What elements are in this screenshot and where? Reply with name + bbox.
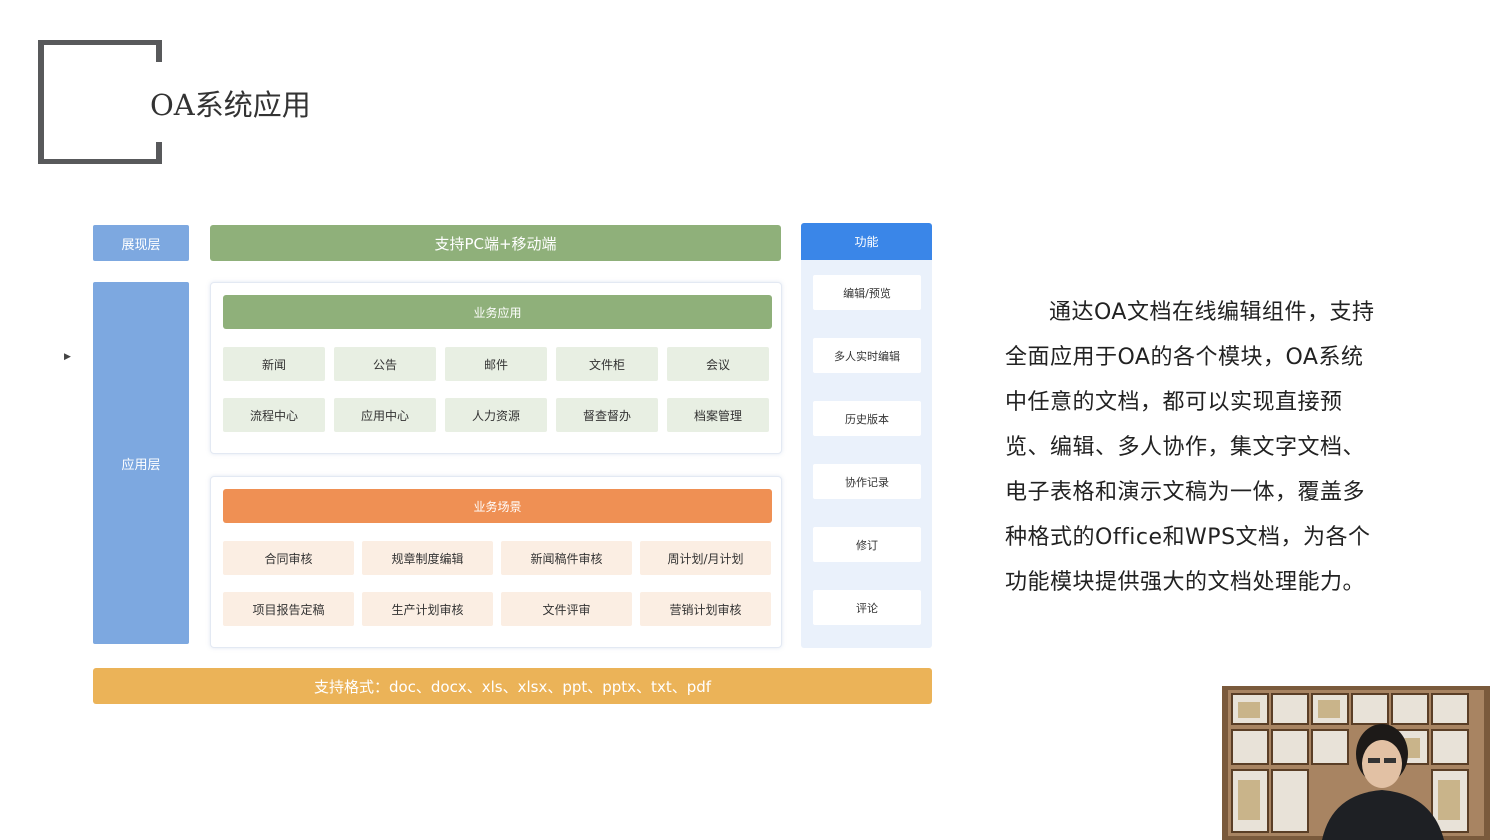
business-scene-item: 周计划/月计划	[640, 541, 771, 575]
business-apps-header: 业务应用	[223, 295, 772, 329]
business-scenes-grid: 合同审核 规章制度编辑 新闻稿件审核 周计划/月计划 项目报告定稿 生产计划审核…	[223, 541, 773, 626]
title-bracket-decoration	[38, 40, 162, 164]
business-app-item: 公告	[334, 347, 436, 381]
business-scene-item: 生产计划审核	[362, 592, 493, 626]
function-item-edit-preview: 编辑/预览	[813, 275, 921, 310]
function-item-realtime-edit: 多人实时编辑	[813, 338, 921, 373]
business-app-item: 应用中心	[334, 398, 436, 432]
presentation-layer-label: 展现层	[93, 225, 189, 261]
business-app-item: 邮件	[445, 347, 547, 381]
business-app-item: 会议	[667, 347, 769, 381]
page-title: OA系统应用	[150, 88, 311, 122]
functions-header: 功能	[801, 223, 932, 260]
business-app-item: 督查督办	[556, 398, 658, 432]
webcam-video	[1222, 686, 1490, 840]
function-item-history: 历史版本	[813, 401, 921, 436]
business-scene-item: 新闻稿件审核	[501, 541, 632, 575]
functions-panel: 功能 编辑/预览 多人实时编辑 历史版本 协作记录 修订 评论	[801, 223, 932, 648]
function-item-revision: 修订	[813, 527, 921, 562]
function-item-comment: 评论	[813, 590, 921, 625]
business-app-item: 人力资源	[445, 398, 547, 432]
webcam-scene-image	[1222, 686, 1490, 840]
business-app-item: 新闻	[223, 347, 325, 381]
description-paragraph: 通达OA文档在线编辑组件，支持全面应用于OA的各个模块，OA系统中任意的文档，都…	[1005, 300, 1375, 595]
business-scenes-panel: 业务场景 合同审核 规章制度编辑 新闻稿件审核 周计划/月计划 项目报告定稿 生…	[210, 476, 782, 648]
application-layer-label: 应用层	[93, 282, 189, 644]
business-scene-item: 合同审核	[223, 541, 354, 575]
business-app-item: 流程中心	[223, 398, 325, 432]
business-apps-grid: 新闻 公告 邮件 文件柜 会议 流程中心 应用中心 人力资源 督查督办 档案管理	[223, 347, 773, 432]
business-scene-item: 项目报告定稿	[223, 592, 354, 626]
mouse-cursor-icon: ▶	[64, 352, 71, 362]
functions-list: 编辑/预览 多人实时编辑 历史版本 协作记录 修订 评论	[813, 275, 921, 625]
function-item-collab-log: 协作记录	[813, 464, 921, 499]
business-scene-item: 文件评审	[501, 592, 632, 626]
business-scene-item: 规章制度编辑	[362, 541, 493, 575]
business-scene-item: 营销计划审核	[640, 592, 771, 626]
business-app-item: 文件柜	[556, 347, 658, 381]
support-pc-mobile-bar: 支持PC端+移动端	[210, 225, 781, 261]
business-apps-panel: 业务应用 新闻 公告 邮件 文件柜 会议 流程中心 应用中心 人力资源 督查督办…	[210, 282, 782, 454]
business-app-item: 档案管理	[667, 398, 769, 432]
business-scenes-header: 业务场景	[223, 489, 772, 523]
supported-formats-bar: 支持格式：doc、docx、xls、xlsx、ppt、pptx、txt、pdf	[93, 668, 932, 704]
